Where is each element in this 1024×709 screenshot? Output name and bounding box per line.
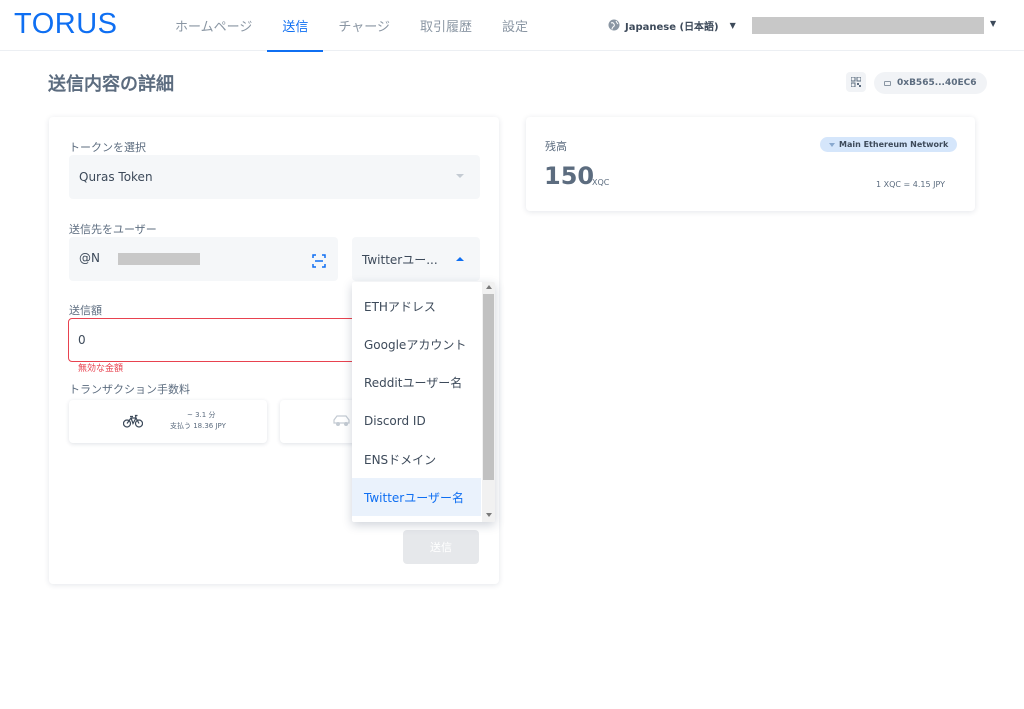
fee-label: トランザクション手数料 [69,383,190,396]
balance-label: 残高 [545,140,567,153]
nav-home[interactable]: ホームページ [160,0,267,51]
qr-code-icon [851,77,861,87]
globe-icon [608,19,620,31]
wallet-address-chip[interactable]: 0xB565...40EC6 [874,72,987,94]
fee-option-fast[interactable] [280,400,360,443]
chevron-down-icon [829,142,835,147]
scrollbar-thumb[interactable] [483,294,494,480]
wallet-icon [884,80,891,86]
top-header: TORUS ホームページ 送信 チャージ 取引履歴 設定 Japanese (日… [0,0,1024,52]
recipient-label: 送信先をユーザー [69,223,157,236]
exchange-rate: 1 XQC = 4.15 JPY [876,180,946,189]
dropdown-option-google-account[interactable]: Googleアカウント [352,325,481,363]
token-value: Quras Token [79,170,153,184]
balance-unit: XQC [592,178,610,187]
recipient-type-dropdown: ETHアドレス Googleアカウント Redditユーザー名 Discord … [352,282,495,522]
network-chip[interactable]: Main Ethereum Network [820,137,958,152]
account-menu[interactable] [752,17,984,34]
nav-send[interactable]: 送信 [267,0,324,52]
main-nav: ホームページ 送信 チャージ 取引履歴 設定 [160,0,543,52]
fee-option-slow[interactable]: ~ 3.1 分 支払う 18.36 JPY [69,400,267,443]
scroll-down-icon[interactable] [486,513,492,517]
nav-settings[interactable]: 設定 [487,0,543,51]
fee-slow-time: ~ 3.1 分 [187,411,216,419]
nav-history[interactable]: 取引履歴 [405,0,487,51]
bicycle-icon [123,414,143,428]
chevron-down-icon [456,174,464,178]
dropdown-option-twitter-username[interactable]: Twitterユーザー名 [352,478,481,516]
amount-value: 0 [78,333,86,347]
balance-card: 残高 Main Ethereum Network 150 XQC 1 XQC =… [526,117,975,211]
wallet-address: 0xB565...40EC6 [897,78,977,88]
recipient-value: @N [79,251,100,265]
amount-label: 送信額 [69,304,102,317]
balance-value: 150 [544,162,595,190]
chevron-down-icon: ▼ [729,20,736,30]
fee-slow-cost: 支払う 18.36 JPY [170,422,226,430]
token-label: トークンを選択 [69,141,146,154]
recipient-type-value: Twitterユー... [362,253,438,267]
send-button[interactable]: 送信 [403,530,479,564]
amount-input[interactable]: 0 [68,318,358,362]
dropdown-option-eth-address[interactable]: ETHアドレス [352,287,481,325]
recipient-type-select[interactable]: Twitterユー... [352,237,480,281]
dropdown-option-ens-domain[interactable]: ENSドメイン [352,440,481,478]
scroll-up-icon[interactable] [486,285,492,289]
chevron-down-icon[interactable]: ▼ [990,19,996,28]
car-icon [333,415,350,426]
language-label: Japanese (日本語) [625,21,719,33]
page-title: 送信内容の詳細 [48,74,174,95]
dropdown-scrollbar[interactable] [482,282,495,522]
dropdown-option-reddit-username[interactable]: Redditユーザー名 [352,363,481,401]
chevron-up-icon [456,257,464,261]
nav-topup[interactable]: チャージ [323,0,405,51]
redacted-text [118,253,200,265]
scan-qr-icon[interactable] [312,254,326,268]
torus-logo[interactable]: TORUS [14,9,117,39]
language-selector[interactable]: Japanese (日本語) ▼ [608,16,736,34]
token-select[interactable]: Quras Token [69,155,480,199]
dropdown-option-discord-id[interactable]: Discord ID [352,402,481,440]
qr-code-button[interactable] [846,72,866,92]
logo-text: TORUS [14,8,118,40]
recipient-input[interactable]: @N [69,237,338,281]
network-name: Main Ethereum Network [839,140,949,149]
amount-error: 無効な金額 [78,364,124,374]
